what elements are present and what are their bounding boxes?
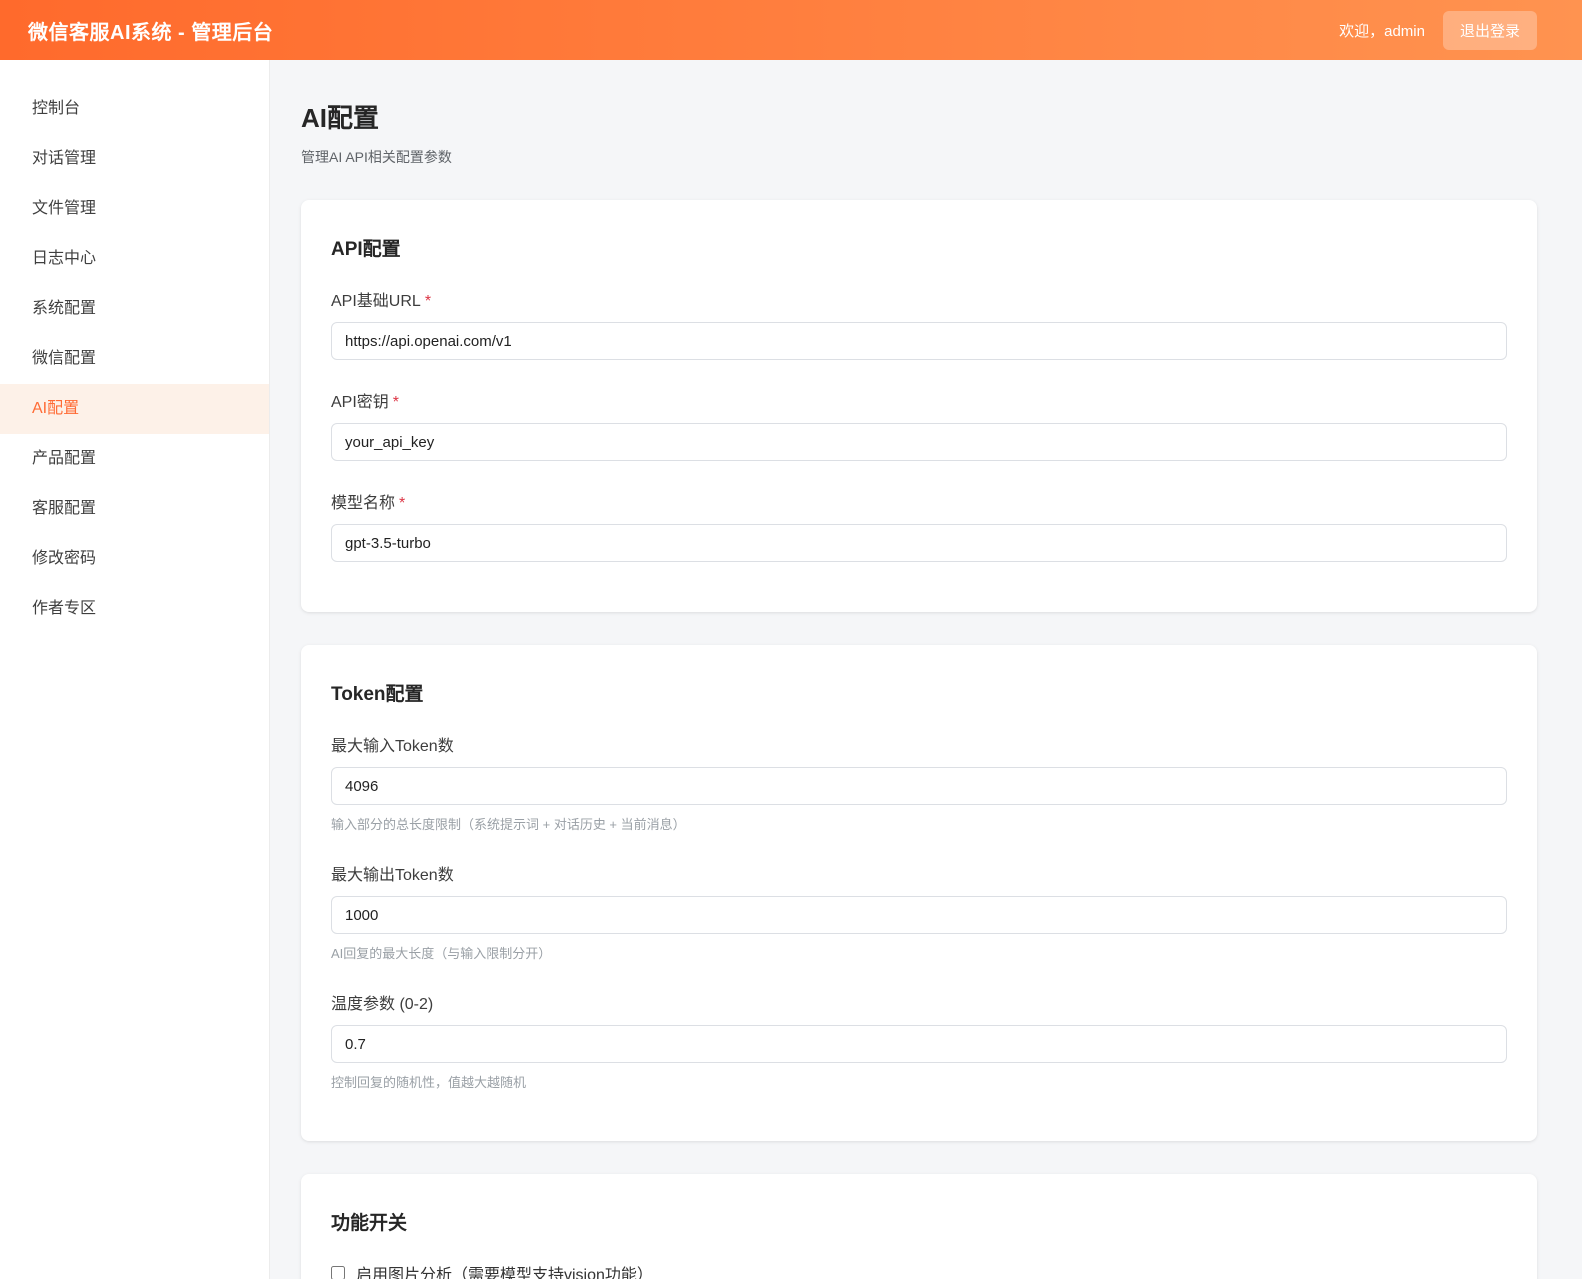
welcome-text: 欢迎，admin — [1339, 20, 1425, 41]
sidebar: 控制台 对话管理 文件管理 日志中心 系统配置 微信配置 AI配置 产品配置 客… — [0, 60, 270, 1279]
token-config-card-title: Token配置 — [331, 679, 1507, 706]
required-mark: * — [399, 495, 405, 512]
api-key-label-text: API密钥 — [331, 394, 389, 411]
sidebar-item-wechat-config[interactable]: 微信配置 — [0, 334, 269, 384]
token-config-card: Token配置 最大输入Token数 输入部分的总长度限制（系统提示词 + 对话… — [301, 645, 1537, 1141]
sidebar-item-dashboard[interactable]: 控制台 — [0, 84, 269, 134]
enable-image-analysis-checkbox[interactable] — [331, 1266, 345, 1279]
feature-switches-card-title: 功能开关 — [331, 1208, 1507, 1235]
api-key-input[interactable] — [331, 423, 1507, 461]
main-content: AI配置 管理AI API相关配置参数 API配置 API基础URL* API密… — [270, 60, 1582, 1279]
api-key-label: API密钥* — [331, 388, 1507, 412]
page-subtitle: 管理AI API相关配置参数 — [301, 147, 1537, 167]
api-base-url-group: API基础URL* — [331, 287, 1507, 360]
app-header: 微信客服AI系统 - 管理后台 欢迎，admin 退出登录 — [0, 0, 1582, 60]
app-title: 微信客服AI系统 - 管理后台 — [28, 16, 273, 45]
api-base-url-input[interactable] — [331, 322, 1507, 360]
sidebar-item-product-config[interactable]: 产品配置 — [0, 434, 269, 484]
sidebar-item-change-password[interactable]: 修改密码 — [0, 534, 269, 584]
feature-switches-card: 功能开关 启用图片分析（需要模型支持vision功能） 启用视频分析（需要模型支… — [301, 1174, 1537, 1279]
layout: 控制台 对话管理 文件管理 日志中心 系统配置 微信配置 AI配置 产品配置 客… — [0, 60, 1582, 1279]
max-output-tokens-hint: AI回复的最大长度（与输入限制分开） — [331, 943, 1507, 962]
sidebar-item-ai-config[interactable]: AI配置 — [0, 384, 269, 434]
model-name-label-text: 模型名称 — [331, 495, 395, 512]
header-right: 欢迎，admin 退出登录 — [1339, 11, 1537, 50]
max-input-tokens-hint: 输入部分的总长度限制（系统提示词 + 对话历史 + 当前消息） — [331, 814, 1507, 833]
sidebar-item-files[interactable]: 文件管理 — [0, 184, 269, 234]
required-mark: * — [425, 293, 431, 310]
sidebar-item-author-zone[interactable]: 作者专区 — [0, 584, 269, 634]
max-output-tokens-group: 最大输出Token数 AI回复的最大长度（与输入限制分开） — [331, 861, 1507, 962]
temperature-hint: 控制回复的随机性，值越大越随机 — [331, 1072, 1507, 1091]
max-input-tokens-group: 最大输入Token数 输入部分的总长度限制（系统提示词 + 对话历史 + 当前消… — [331, 732, 1507, 833]
max-input-tokens-label: 最大输入Token数 — [331, 732, 1507, 756]
logout-button[interactable]: 退出登录 — [1443, 11, 1537, 50]
temperature-group: 温度参数 (0-2) 控制回复的随机性，值越大越随机 — [331, 990, 1507, 1091]
api-config-card: API配置 API基础URL* API密钥* 模型名称* — [301, 200, 1537, 612]
max-output-tokens-label: 最大输出Token数 — [331, 861, 1507, 885]
api-base-url-label-text: API基础URL — [331, 293, 421, 310]
api-base-url-label: API基础URL* — [331, 287, 1507, 311]
sidebar-item-logs[interactable]: 日志中心 — [0, 234, 269, 284]
api-key-group: API密钥* — [331, 388, 1507, 461]
enable-image-analysis-row: 启用图片分析（需要模型支持vision功能） — [331, 1261, 1507, 1279]
page-title: AI配置 — [301, 98, 1537, 135]
required-mark: * — [393, 394, 399, 411]
enable-image-analysis-label: 启用图片分析（需要模型支持vision功能） — [356, 1261, 653, 1279]
temperature-input[interactable] — [331, 1025, 1507, 1063]
api-config-card-title: API配置 — [331, 234, 1507, 261]
model-name-group: 模型名称* — [331, 489, 1507, 562]
model-name-input[interactable] — [331, 524, 1507, 562]
temperature-label: 温度参数 (0-2) — [331, 990, 1507, 1014]
max-input-tokens-input[interactable] — [331, 767, 1507, 805]
sidebar-item-service-config[interactable]: 客服配置 — [0, 484, 269, 534]
model-name-label: 模型名称* — [331, 489, 1507, 513]
max-output-tokens-input[interactable] — [331, 896, 1507, 934]
sidebar-item-conversations[interactable]: 对话管理 — [0, 134, 269, 184]
sidebar-item-system-config[interactable]: 系统配置 — [0, 284, 269, 334]
